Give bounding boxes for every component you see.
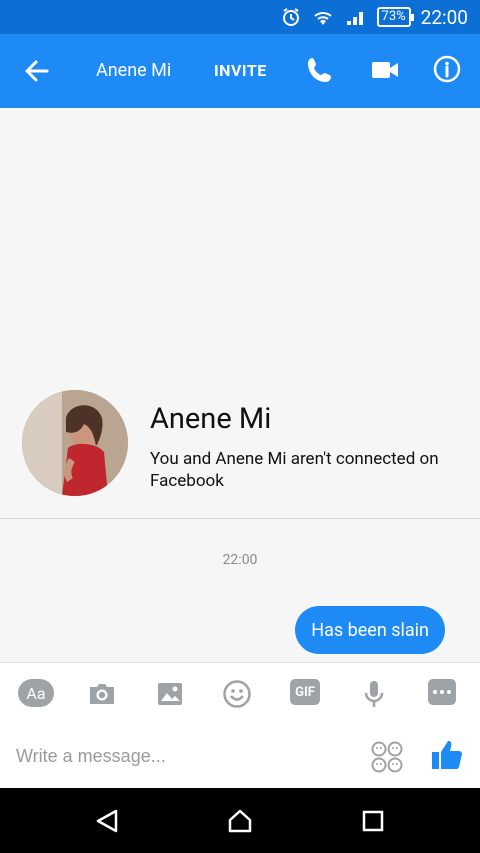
battery-icon: 73% — [376, 7, 414, 27]
wifi-icon — [311, 7, 335, 27]
sticker-icon[interactable] — [370, 740, 404, 774]
back-arrow-icon[interactable] — [22, 56, 52, 86]
emoji-icon[interactable] — [220, 679, 254, 709]
text-format-icon[interactable]: Aa — [18, 679, 54, 707]
video-camera-icon[interactable] — [370, 58, 400, 82]
info-icon[interactable] — [432, 54, 462, 84]
home-nav-icon[interactable] — [227, 808, 253, 834]
alarm-icon — [281, 7, 301, 27]
app-bar: Anene Mi INVITE — [0, 34, 480, 108]
system-navigation-bar — [0, 788, 480, 853]
recent-apps-nav-icon[interactable] — [360, 808, 386, 834]
microphone-icon[interactable] — [357, 679, 391, 709]
message-timestamp: 22:00 — [222, 552, 258, 568]
status-bar: 73% 22:00 — [0, 0, 480, 34]
invite-button[interactable]: INVITE — [214, 61, 267, 80]
gif-icon[interactable]: GIF — [290, 679, 320, 705]
camera-icon[interactable] — [85, 679, 119, 709]
more-icon[interactable] — [428, 679, 456, 705]
phone-icon[interactable] — [304, 54, 336, 86]
sent-message-bubble[interactable]: Has been slain — [295, 606, 445, 654]
profile-connection-status: You and Anene Mi aren't connected on Fac… — [150, 449, 439, 491]
message-input[interactable] — [16, 736, 346, 776]
back-nav-icon[interactable] — [94, 808, 120, 834]
message-toolbar: Aa GIF — [0, 662, 480, 724]
divider — [0, 518, 480, 519]
profile-name: Anene Mi — [150, 402, 272, 436]
avatar[interactable] — [22, 390, 128, 496]
image-icon[interactable] — [153, 679, 187, 709]
clock-time: 22:00 — [420, 5, 468, 29]
chat-area: Anene Mi You and Anene Mi aren't connect… — [0, 108, 480, 662]
signal-icon — [345, 7, 367, 27]
conversation-title[interactable]: Anene Mi — [96, 60, 171, 81]
message-composer — [0, 724, 480, 788]
thumbs-up-icon[interactable] — [430, 738, 464, 772]
